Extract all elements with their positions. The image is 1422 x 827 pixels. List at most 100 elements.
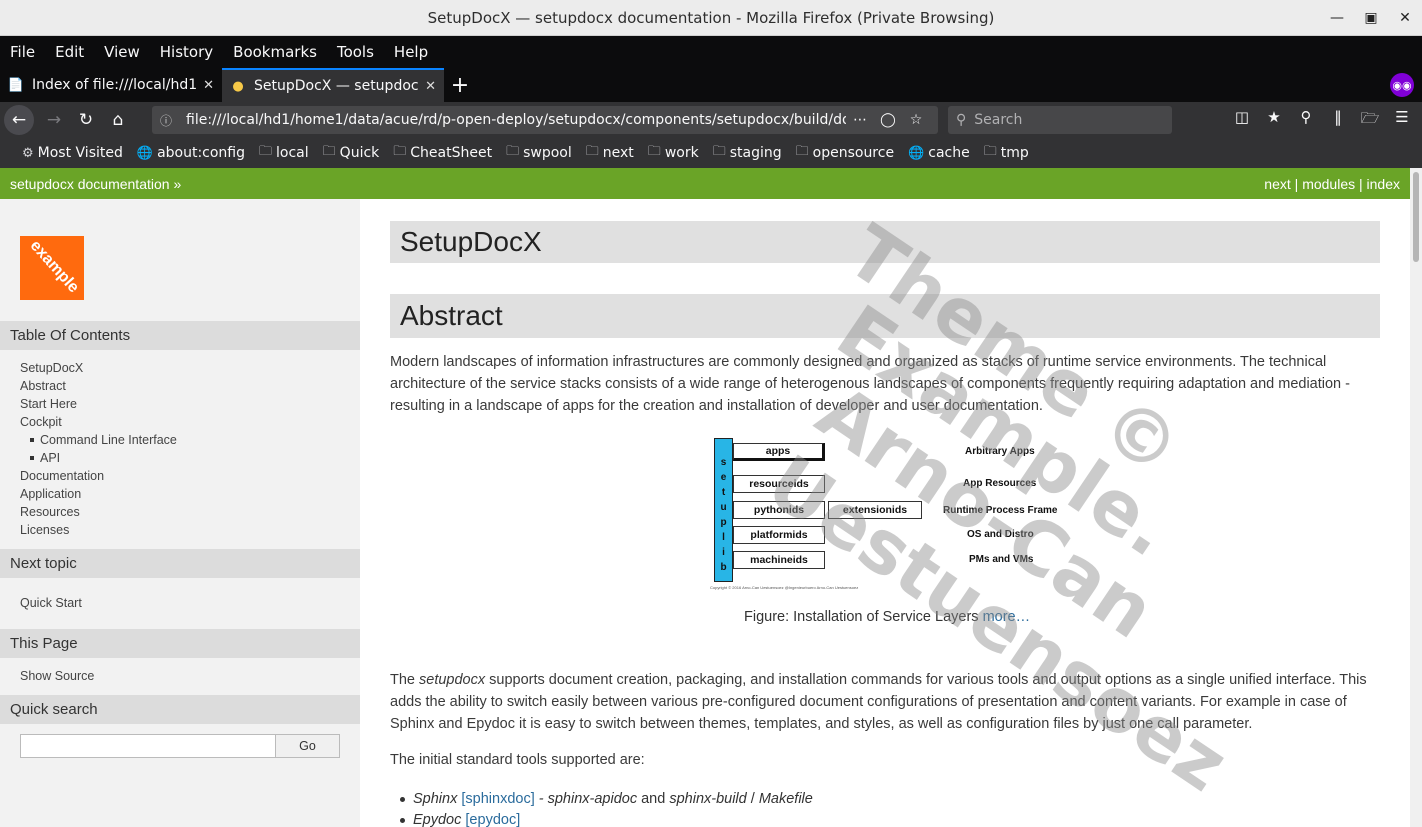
list-item: Sphinx [sphinxdoc] - sphinx-apidoc and s… bbox=[400, 789, 813, 810]
bookmark-about-config[interactable]: 🌐 about:config bbox=[137, 145, 245, 161]
toc-link-start-here[interactable]: Start Here bbox=[20, 397, 77, 411]
figure-caption: Figure: Installation of Service Layers m… bbox=[744, 609, 1030, 625]
toc-link-api[interactable]: API bbox=[40, 451, 60, 465]
fig-label-runtime-process-frame: Runtime Process Frame bbox=[943, 505, 1058, 516]
menu-view[interactable]: View bbox=[104, 43, 140, 61]
page-scrollbar[interactable] bbox=[1410, 168, 1422, 827]
menu-help[interactable]: Help bbox=[394, 43, 428, 61]
bookmarks-star-icon[interactable]: ★ bbox=[1258, 108, 1290, 133]
service-layers-figure[interactable]: s e t u p l i b apps resourceids pythoni… bbox=[710, 435, 1070, 593]
menu-file[interactable]: File bbox=[10, 43, 35, 61]
bookmark-quick[interactable]: 🗀 Quick bbox=[323, 142, 380, 164]
toc-link-application[interactable]: Application bbox=[20, 487, 81, 501]
tools-intro: The initial standard tools supported are… bbox=[390, 752, 645, 768]
toc-link-cockpit[interactable]: Cockpit bbox=[20, 415, 62, 429]
forward-icon[interactable]: → bbox=[38, 104, 70, 136]
url-text[interactable]: file:///local/hd1/home1/data/acue/rd/p-o… bbox=[186, 112, 846, 128]
index-link[interactable]: index bbox=[1367, 176, 1400, 192]
scrollbar-thumb[interactable] bbox=[1413, 172, 1419, 262]
tab-setupdocx[interactable]: ● SetupDocX — setupdocx ✕ bbox=[222, 68, 444, 102]
tool-cmd: Makefile bbox=[758, 791, 813, 807]
next-link[interactable]: next bbox=[1264, 176, 1290, 192]
find-icon[interactable]: ⚲ bbox=[1290, 108, 1322, 133]
menu-tools[interactable]: Tools bbox=[337, 43, 374, 61]
bookmark-most-visited[interactable]: ⚙ Most Visited bbox=[22, 145, 123, 161]
reload-icon[interactable]: ↻ bbox=[70, 104, 102, 136]
url-bar[interactable]: ⓘ file:///local/hd1/home1/data/acue/rd/p… bbox=[152, 106, 938, 134]
fig-letter: u bbox=[720, 502, 727, 513]
pocket-icon[interactable]: ◯ bbox=[874, 112, 902, 128]
bookmark-tmp[interactable]: 🗀 tmp bbox=[984, 142, 1029, 164]
home-icon[interactable]: ⌂ bbox=[102, 104, 134, 136]
caption-text: Figure: Installation of Service Layers bbox=[744, 609, 979, 625]
library-icon[interactable]: ‖ bbox=[1322, 108, 1354, 133]
tab-index[interactable]: 📄 Index of file:///local/hd1/h ✕ bbox=[0, 68, 222, 102]
bookmark-cheatsheet[interactable]: 🗀 CheatSheet bbox=[393, 142, 492, 164]
logo[interactable]: example bbox=[20, 236, 84, 300]
sidebar-toggle-icon[interactable]: ◫ bbox=[1226, 108, 1258, 133]
bookmark-star-icon[interactable]: ☆ bbox=[902, 112, 930, 128]
info-icon[interactable]: ⓘ bbox=[160, 112, 178, 129]
toc-heading: Table Of Contents bbox=[0, 321, 360, 350]
fig-box-platformids: platformids bbox=[733, 526, 825, 544]
bookmark-staging[interactable]: 🗀 staging bbox=[713, 142, 782, 164]
folder-icon: 🗀 bbox=[393, 144, 407, 159]
fig-label-app-resources: App Resources bbox=[963, 478, 1037, 489]
quick-search-heading: Quick search bbox=[0, 695, 360, 724]
bookmark-local[interactable]: 🗀 local bbox=[259, 142, 309, 164]
python-icon: ● bbox=[232, 78, 244, 94]
main-content: SetupDocX Abstract Modern landscapes of … bbox=[360, 199, 1410, 827]
bookmark-cache[interactable]: 🌐 cache bbox=[908, 145, 970, 161]
breadcrumb-home-link[interactable]: setupdocx documentation » bbox=[10, 176, 181, 192]
menu-bookmarks[interactable]: Bookmarks bbox=[233, 43, 317, 61]
downloads-folder-icon[interactable]: 🗁 bbox=[1354, 108, 1386, 133]
folder-icon: 🗀 bbox=[585, 144, 599, 159]
new-tab-icon[interactable]: + bbox=[444, 68, 476, 102]
fig-letter: e bbox=[720, 472, 727, 483]
bookmark-label: CheatSheet bbox=[410, 145, 493, 161]
document-icon: 📄 bbox=[7, 77, 25, 93]
toc-link-licenses[interactable]: Licenses bbox=[20, 523, 69, 537]
back-icon[interactable]: ← bbox=[4, 105, 34, 135]
list-item: Epydoc [epydoc] bbox=[400, 810, 813, 827]
tab-close-icon[interactable]: ✕ bbox=[203, 78, 214, 93]
page-viewport: setupdocx documentation » next | modules… bbox=[0, 168, 1410, 827]
page-actions-icon[interactable]: ⋯ bbox=[846, 112, 874, 128]
tab-close-icon[interactable]: ✕ bbox=[425, 79, 436, 94]
fig-letter: t bbox=[721, 487, 726, 498]
bookmark-label: tmp bbox=[1000, 145, 1029, 161]
toc-link-documentation[interactable]: Documentation bbox=[20, 469, 104, 483]
bookmark-label: Quick bbox=[339, 145, 380, 161]
minimize-icon[interactable]: — bbox=[1320, 10, 1354, 26]
related-bar: setupdocx documentation » next | modules… bbox=[0, 168, 1410, 199]
search-bar[interactable]: ⚲ bbox=[948, 106, 1172, 134]
toc-link-cli[interactable]: Command Line Interface bbox=[40, 433, 177, 447]
menu-history[interactable]: History bbox=[160, 43, 213, 61]
globe-icon: 🌐 bbox=[908, 145, 925, 161]
sphinxdoc-link[interactable]: [sphinxdoc] bbox=[461, 791, 534, 807]
epydoc-link[interactable]: [epydoc] bbox=[465, 812, 520, 827]
show-source-link[interactable]: Show Source bbox=[20, 669, 94, 683]
next-topic-link[interactable]: Quick Start bbox=[20, 596, 82, 610]
caption-more-link[interactable]: more… bbox=[983, 609, 1031, 625]
hamburger-menu-icon[interactable]: ☰ bbox=[1386, 108, 1418, 133]
bookmark-swpool[interactable]: 🗀 swpool bbox=[506, 142, 572, 164]
quick-search-input[interactable] bbox=[20, 734, 276, 758]
bookmark-opensource[interactable]: 🗀 opensource bbox=[796, 142, 894, 164]
bookmark-work[interactable]: 🗀 work bbox=[648, 142, 699, 164]
search-input[interactable] bbox=[974, 112, 1155, 128]
bookmarks-bar: ⚙ Most Visited 🌐 about:config 🗀 local 🗀 Quic… bbox=[0, 138, 1422, 168]
bookmark-label: cache bbox=[928, 145, 970, 161]
maximize-icon[interactable]: ▣ bbox=[1354, 10, 1388, 26]
toc-link-setupdocx[interactable]: SetupDocX bbox=[20, 361, 83, 375]
fig-letter: p bbox=[720, 517, 727, 528]
close-icon[interactable]: ✕ bbox=[1388, 10, 1422, 26]
toc-link-abstract[interactable]: Abstract bbox=[20, 379, 66, 393]
menu-edit[interactable]: Edit bbox=[55, 43, 84, 61]
fig-letter: b bbox=[720, 562, 727, 573]
fig-copyright: Copyright © 2016 Arno-Can Uestuensoez @I… bbox=[710, 585, 859, 590]
modules-link[interactable]: modules bbox=[1302, 176, 1355, 192]
bookmark-next[interactable]: 🗀 next bbox=[586, 142, 634, 164]
go-button[interactable]: Go bbox=[275, 734, 340, 758]
toc-link-resources[interactable]: Resources bbox=[20, 505, 80, 519]
